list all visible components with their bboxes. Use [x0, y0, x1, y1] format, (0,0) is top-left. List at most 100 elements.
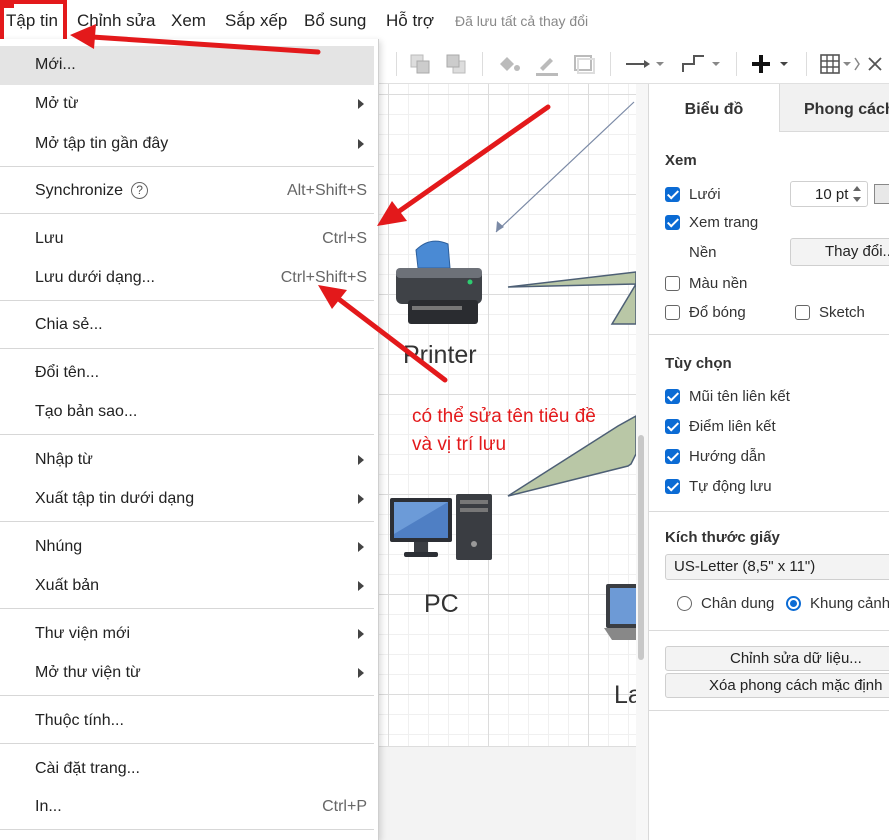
- autosave-option[interactable]: Tự động lưu: [665, 478, 772, 495]
- options-section-title: Tùy chọn: [665, 355, 732, 372]
- pc-label: PC: [424, 590, 459, 618]
- sketch-label: Sketch: [819, 304, 865, 321]
- tab-diagram[interactable]: Biểu đồ: [649, 84, 779, 132]
- shadow-checkbox[interactable]: [665, 305, 680, 320]
- grid-color-swatch[interactable]: [874, 184, 889, 204]
- menu-item-new-library[interactable]: Thư viện mới: [0, 615, 374, 654]
- menu-extras[interactable]: Bổ sung: [304, 11, 366, 31]
- menu-item-open-recent-label: Mở tập tin gần đây: [35, 135, 169, 152]
- paper-size-select[interactable]: US-Letter (8,5" x 11"): [665, 554, 889, 580]
- menu-item-open-from[interactable]: Mở từ: [0, 85, 374, 124]
- background-color-checkbox[interactable]: [665, 276, 680, 291]
- landscape-label: Khung cảnh: [810, 595, 889, 612]
- toolbar-separator: [736, 52, 737, 76]
- portrait-radio[interactable]: [677, 596, 692, 611]
- menu-item-share[interactable]: Chia sẻ...: [0, 306, 374, 345]
- menu-separator: [0, 695, 374, 696]
- shadow-icon[interactable]: [572, 52, 596, 76]
- menu-item-save-as-label: Lưu dưới dạng...: [35, 269, 155, 286]
- menu-item-synchronize[interactable]: Synchronize? Alt+Shift+S: [0, 172, 374, 211]
- menu-item-publish-label: Xuất bản: [35, 577, 100, 594]
- chevron-right-icon: [358, 99, 364, 109]
- chevron-right-icon: [358, 581, 364, 591]
- canvas-gutter: [378, 746, 636, 840]
- laptop-icon[interactable]: [604, 582, 636, 644]
- panel-divider: [649, 710, 889, 711]
- grid-icon[interactable]: [818, 52, 862, 76]
- chevron-right-icon: [358, 542, 364, 552]
- menu-item-embed[interactable]: Nhúng: [0, 528, 374, 567]
- menu-item-page-setup[interactable]: Cài đặt trang...: [0, 750, 374, 789]
- fill-color-icon[interactable]: [496, 52, 522, 76]
- menu-item-embed-label: Nhúng: [35, 538, 83, 555]
- landscape-radio[interactable]: [786, 596, 801, 611]
- menu-item-rename-label: Đổi tên...: [35, 364, 100, 381]
- paper-size-section-title: Kích thước giấy: [665, 529, 780, 546]
- connection-arrows-option[interactable]: Mũi tên liên kết: [665, 388, 790, 405]
- menu-item-properties[interactable]: Thuộc tính...: [0, 702, 374, 741]
- file-menu: Mới... Mở từ Mở tập tin gần đây Synchron…: [0, 39, 379, 840]
- background-label: Nền: [689, 244, 717, 261]
- menu-item-open-recent[interactable]: Mở tập tin gần đây: [0, 125, 374, 164]
- menu-item-make-copy[interactable]: Tạo bản sao...: [0, 393, 374, 432]
- connection-points-label: Điểm liên kết: [689, 418, 776, 435]
- menu-item-export-as[interactable]: Xuất tập tin dưới dạng: [0, 480, 374, 519]
- autosave-checkbox[interactable]: [665, 479, 680, 494]
- tab-style[interactable]: Phong cách: [779, 84, 889, 132]
- edit-data-button[interactable]: Chỉnh sửa dữ liệu...: [665, 646, 889, 671]
- menu-separator: [0, 521, 374, 522]
- collapse-icon[interactable]: [864, 52, 886, 76]
- menu-item-open-library-from[interactable]: Mở thư viện từ: [0, 654, 374, 693]
- panel-divider: [649, 511, 889, 512]
- background-color-option[interactable]: Màu nền: [665, 275, 747, 292]
- connection-arrows-label: Mũi tên liên kết: [689, 388, 790, 405]
- menu-arrange[interactable]: Sắp xếp: [225, 11, 287, 31]
- sketch-checkbox[interactable]: [795, 305, 810, 320]
- clear-default-style-button[interactable]: Xóa phong cách mặc định: [665, 673, 889, 698]
- menu-item-publish[interactable]: Xuất bản: [0, 567, 374, 606]
- connection-arrows-checkbox[interactable]: [665, 389, 680, 404]
- pc-icon[interactable]: [390, 494, 496, 566]
- chevron-right-icon: [358, 139, 364, 149]
- portrait-option[interactable]: Chân dung: [677, 595, 774, 612]
- change-background-button[interactable]: Thay đổi...: [790, 238, 889, 266]
- menu-edit[interactable]: Chỉnh sửa: [77, 11, 155, 31]
- connection-arrow-icon[interactable]: [624, 52, 666, 76]
- printer-icon[interactable]: [390, 234, 494, 330]
- menu-separator: [0, 829, 374, 830]
- waypoint-icon[interactable]: [680, 52, 722, 76]
- menu-view[interactable]: Xem: [171, 11, 206, 31]
- chevron-right-icon: [358, 668, 364, 678]
- to-front-icon[interactable]: [408, 52, 432, 76]
- plus-icon[interactable]: [750, 52, 792, 76]
- shadow-label: Đổ bóng: [689, 304, 746, 321]
- menu-item-save-as[interactable]: Lưu dưới dạng... Ctrl+Shift+S: [0, 259, 374, 298]
- page-view-checkbox[interactable]: [665, 215, 680, 230]
- to-back-icon[interactable]: [444, 52, 468, 76]
- sketch-option[interactable]: Sketch: [795, 304, 865, 321]
- menu-item-synchronize-label-wrap: Synchronize?: [35, 182, 149, 200]
- menu-item-make-copy-label: Tạo bản sao...: [35, 403, 138, 420]
- grid-checkbox[interactable]: [665, 187, 680, 202]
- menu-item-new[interactable]: Mới...: [0, 46, 374, 85]
- help-icon[interactable]: ?: [131, 182, 149, 200]
- save-status: Đã lưu tất cả thay đổi: [455, 13, 589, 29]
- connection-points-checkbox[interactable]: [665, 419, 680, 434]
- grid-option[interactable]: Lưới: [665, 186, 721, 203]
- page-view-option[interactable]: Xem trang: [665, 214, 758, 231]
- scrollbar-thumb[interactable]: [638, 435, 644, 660]
- menu-separator: [0, 743, 374, 744]
- menu-item-rename[interactable]: Đổi tên...: [0, 354, 374, 393]
- guides-checkbox[interactable]: [665, 449, 680, 464]
- menu-item-import-from[interactable]: Nhập từ: [0, 441, 374, 480]
- menu-item-print[interactable]: In... Ctrl+P: [0, 788, 374, 827]
- landscape-option[interactable]: Khung cảnh: [786, 595, 889, 612]
- shadow-option[interactable]: Đổ bóng: [665, 304, 746, 321]
- connection-points-option[interactable]: Điểm liên kết: [665, 418, 776, 435]
- menu-help[interactable]: Hỗ trợ: [386, 11, 434, 31]
- line-color-icon[interactable]: [534, 52, 560, 76]
- guides-option[interactable]: Hướng dẫn: [665, 448, 766, 465]
- grid-size-spinner-icon[interactable]: [850, 183, 864, 205]
- menu-item-save[interactable]: Lưu Ctrl+S: [0, 220, 374, 259]
- annotation-line-2: và vị trí lưu: [412, 434, 507, 455]
